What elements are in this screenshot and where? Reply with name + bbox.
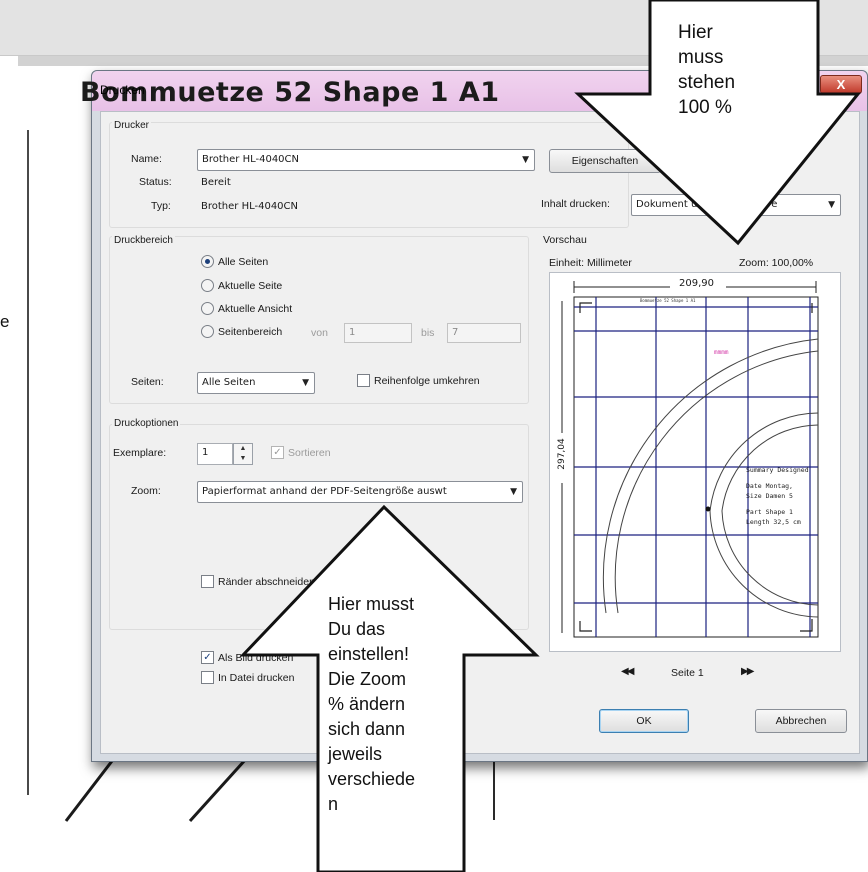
callout-line: 100 %	[678, 97, 732, 118]
callout-line: stehen	[678, 72, 736, 93]
callout-line: muss	[678, 47, 724, 68]
callout-line: jeweils	[328, 744, 383, 764]
callout-line: Du das	[328, 619, 386, 639]
callout-line: sich dann	[328, 719, 406, 739]
callout-line: Hier	[678, 22, 713, 43]
callout-line: verschiede	[328, 769, 416, 789]
callout-line: Die Zoom	[328, 669, 407, 689]
top-callout-text: Hier muss stehen 100 %	[678, 20, 735, 120]
callout-line: n	[328, 794, 339, 814]
callout-line: Hier musst	[328, 594, 415, 614]
callout-arrows	[239, 0, 862, 872]
bottom-callout-text: Hier musst Du das einstellen! Die Zoom %…	[328, 592, 415, 817]
callout-line: % ändern	[328, 694, 406, 714]
callout-line: einstellen!	[328, 644, 410, 664]
